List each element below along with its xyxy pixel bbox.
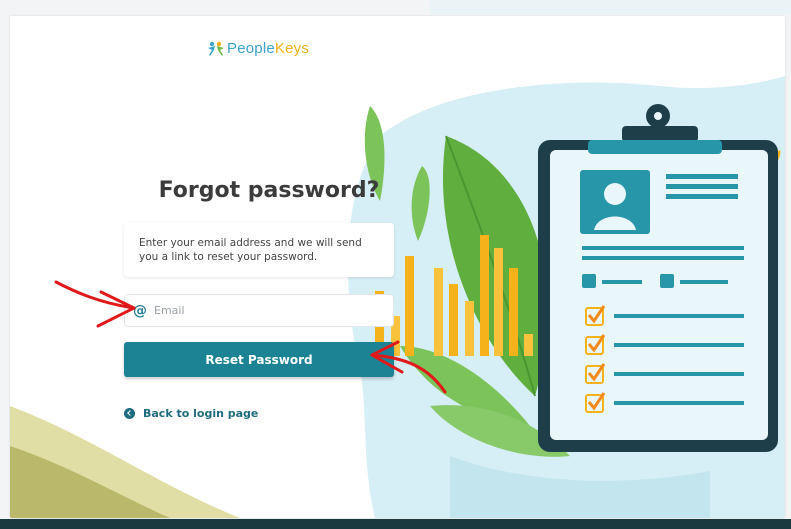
instructions-text: Enter your email address and we will sen… (139, 237, 362, 263)
logo-wordmark-secondary: Keys (274, 40, 310, 57)
chevron-left-circle-icon (124, 408, 135, 419)
back-to-login-link[interactable]: Back to login page (124, 407, 258, 420)
peoplekeys-logo: PeopleKeys (207, 40, 309, 57)
instructions-box: Enter your email address and we will sen… (124, 223, 394, 277)
reset-password-button[interactable]: Reset Password (124, 342, 394, 377)
logo-wordmark: PeopleKeys (227, 40, 309, 57)
email-input[interactable] (152, 303, 381, 318)
people-logo-icon (208, 41, 224, 56)
logo-wordmark-primary: People (227, 40, 275, 57)
back-link-label: Back to login page (143, 407, 259, 420)
page-title: Forgot password? (158, 178, 380, 203)
email-field[interactable]: @ (124, 294, 394, 327)
at-sign-icon: @ (133, 302, 147, 319)
login-card: PeopleKeys Forgot password? Enter your e… (10, 16, 785, 518)
